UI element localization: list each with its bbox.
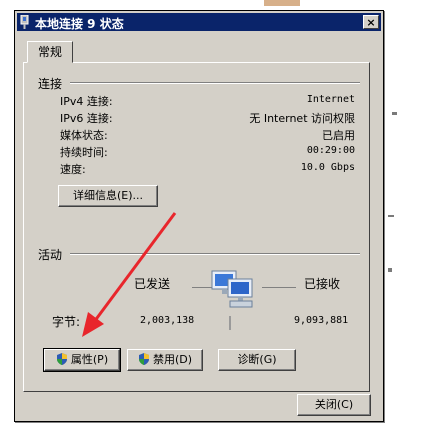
background-fragment — [392, 112, 397, 115]
status-dialog: 本地连接 9 状态 × 常规 连接 IPv4 连接: Internet IPv6… — [14, 10, 384, 422]
properties-button[interactable]: 属性(P) — [43, 348, 121, 372]
tab-general[interactable]: 常规 — [27, 41, 73, 63]
activity-section-label: 活动 — [38, 246, 67, 263]
background-fragment — [388, 215, 394, 217]
disable-button[interactable]: 禁用(D) — [127, 349, 203, 371]
disable-label: 禁用(D) — [152, 353, 193, 366]
sent-label: 已发送 — [134, 277, 171, 291]
duration-value: 00:29:00 — [306, 145, 355, 156]
tab-panel: 连接 IPv4 连接: Internet IPv6 连接: 无 Internet… — [23, 62, 370, 392]
received-label: 已接收 — [304, 277, 341, 291]
ipv4-value: Internet — [306, 94, 355, 105]
background-fragment — [388, 268, 392, 272]
speed-value: 10.0 Gbps — [300, 162, 355, 173]
diagnose-button[interactable]: 诊断(G) — [218, 349, 296, 371]
bytes-sent-value: 2,003,138 — [140, 315, 195, 326]
ipv4-label: IPv4 连接: — [60, 95, 113, 108]
bytes-label: 字节: — [52, 315, 81, 329]
section-divider — [70, 253, 360, 255]
ipv6-label: IPv6 连接: — [60, 112, 113, 125]
media-state-value: 已启用 — [322, 129, 355, 142]
uac-shield-icon — [56, 353, 67, 365]
connection-section-label: 连接 — [38, 75, 67, 92]
duration-label: 持续时间: — [60, 146, 108, 159]
speed-label: 速度: — [60, 163, 86, 176]
close-icon[interactable]: × — [363, 15, 379, 29]
uac-shield-icon — [138, 353, 149, 365]
background-fragment — [264, 0, 300, 6]
properties-label: 属性(P) — [70, 353, 109, 366]
received-line — [262, 287, 296, 288]
close-button[interactable]: 关闭(C) — [297, 394, 371, 416]
details-button[interactable]: 详细信息(E)... — [58, 185, 158, 207]
bytes-received-value: 9,093,881 — [294, 315, 349, 326]
ipv6-value: 无 Internet 访问权限 — [249, 112, 355, 125]
title-bar[interactable]: 本地连接 9 状态 × — [17, 13, 381, 31]
connector-line — [229, 316, 231, 330]
window-title: 本地连接 9 状态 — [35, 17, 124, 31]
network-computers-icon — [211, 270, 253, 308]
media-state-label: 媒体状态: — [60, 129, 108, 142]
section-divider — [70, 82, 360, 84]
network-adapter-icon — [20, 15, 29, 29]
